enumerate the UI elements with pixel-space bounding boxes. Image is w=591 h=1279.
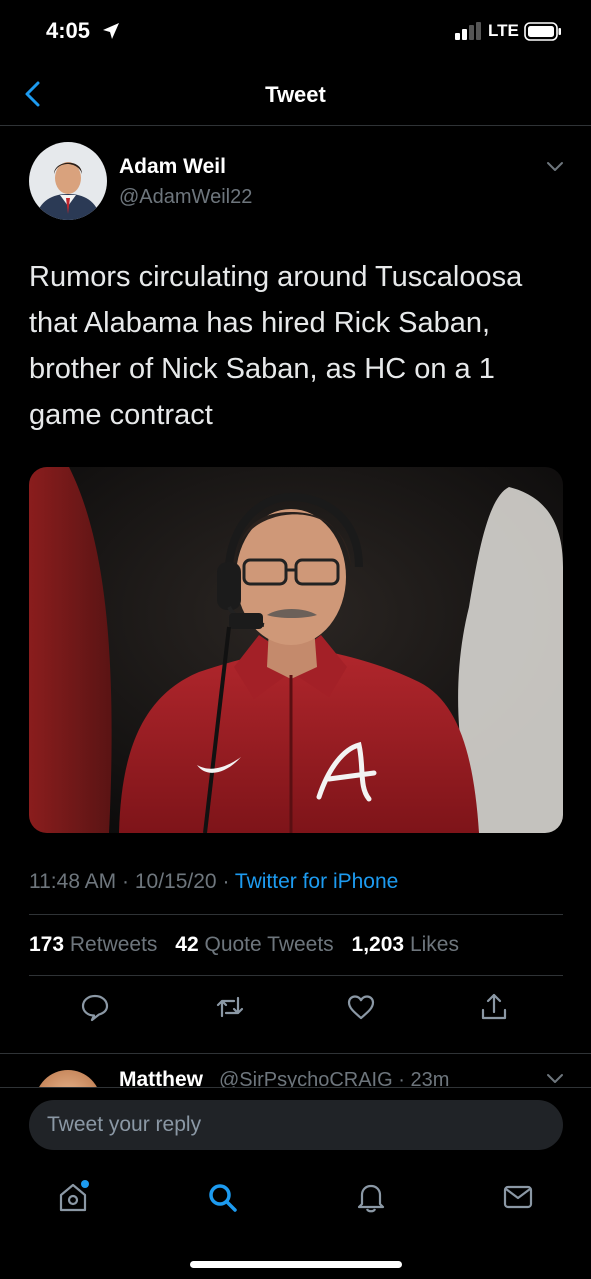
chevron-down-icon[interactable]	[545, 160, 565, 174]
tweet-timestamp: 11:48 AM · 10/15/20 · Twitter for iPhone	[29, 870, 398, 894]
tweet-source-link[interactable]: Twitter for iPhone	[235, 870, 398, 893]
divider	[29, 975, 563, 976]
author-name[interactable]: Adam Weil	[119, 155, 226, 179]
reply-input[interactable]	[29, 1100, 563, 1150]
comment-icon[interactable]	[80, 992, 110, 1022]
page-title: Tweet	[265, 82, 326, 107]
bell-icon[interactable]	[354, 1180, 388, 1214]
bottom-bar	[0, 1087, 591, 1279]
meta-separator: ·	[122, 870, 130, 893]
heart-icon[interactable]	[346, 992, 376, 1022]
tweet-date: 10/15/20	[134, 870, 217, 893]
quote-tweets-label: Quote Tweets	[204, 933, 334, 956]
signal-icon	[455, 22, 481, 40]
battery-icon	[524, 22, 561, 41]
meta-separator: ·	[222, 870, 230, 893]
search-icon[interactable]	[205, 1180, 239, 1214]
tweet-time: 11:48 AM	[29, 870, 117, 893]
tweet-media-image[interactable]	[29, 467, 563, 833]
reply-avatar[interactable]	[35, 1070, 101, 1087]
retweets-stat[interactable]: 173 Retweets	[29, 933, 157, 956]
divider	[29, 914, 563, 915]
quote-tweets-stat[interactable]: 42 Quote Tweets	[175, 933, 333, 956]
retweets-label: Retweets	[69, 933, 158, 956]
reply-tweet[interactable]: Matthew @SirPsychoCRAIG · 23m	[0, 1053, 591, 1087]
mail-icon[interactable]	[501, 1180, 535, 1214]
likes-label: Likes	[409, 933, 459, 956]
tweet-text: Rumors circulating around Tuscaloosa tha…	[29, 261, 523, 431]
home-indicator	[190, 1261, 402, 1268]
likes-stat[interactable]: 1,203 Likes	[352, 933, 459, 956]
network-type: LTE	[488, 21, 519, 40]
home-icon[interactable]	[56, 1180, 90, 1214]
nav-bar: Tweet	[0, 64, 591, 126]
retweets-count: 173	[29, 933, 65, 956]
reply-handle-time: @SirPsychoCRAIG · 23m	[219, 1069, 450, 1087]
status-time: 4:05	[46, 18, 91, 43]
avatar[interactable]	[29, 142, 107, 220]
location-arrow-icon	[103, 23, 119, 39]
author-handle[interactable]: @AdamWeil22	[119, 186, 252, 209]
tweet-stats: 173 Retweets 42 Quote Tweets 1,203 Likes	[29, 933, 471, 957]
reply-author-name[interactable]: Matthew	[119, 1068, 203, 1087]
likes-count: 1,203	[351, 933, 405, 956]
chevron-down-icon[interactable]	[545, 1072, 565, 1086]
status-bar: 4:05 LTE	[0, 0, 591, 64]
retweet-icon[interactable]	[215, 992, 245, 1022]
share-icon[interactable]	[479, 992, 509, 1022]
quote-tweets-count: 42	[175, 933, 199, 956]
